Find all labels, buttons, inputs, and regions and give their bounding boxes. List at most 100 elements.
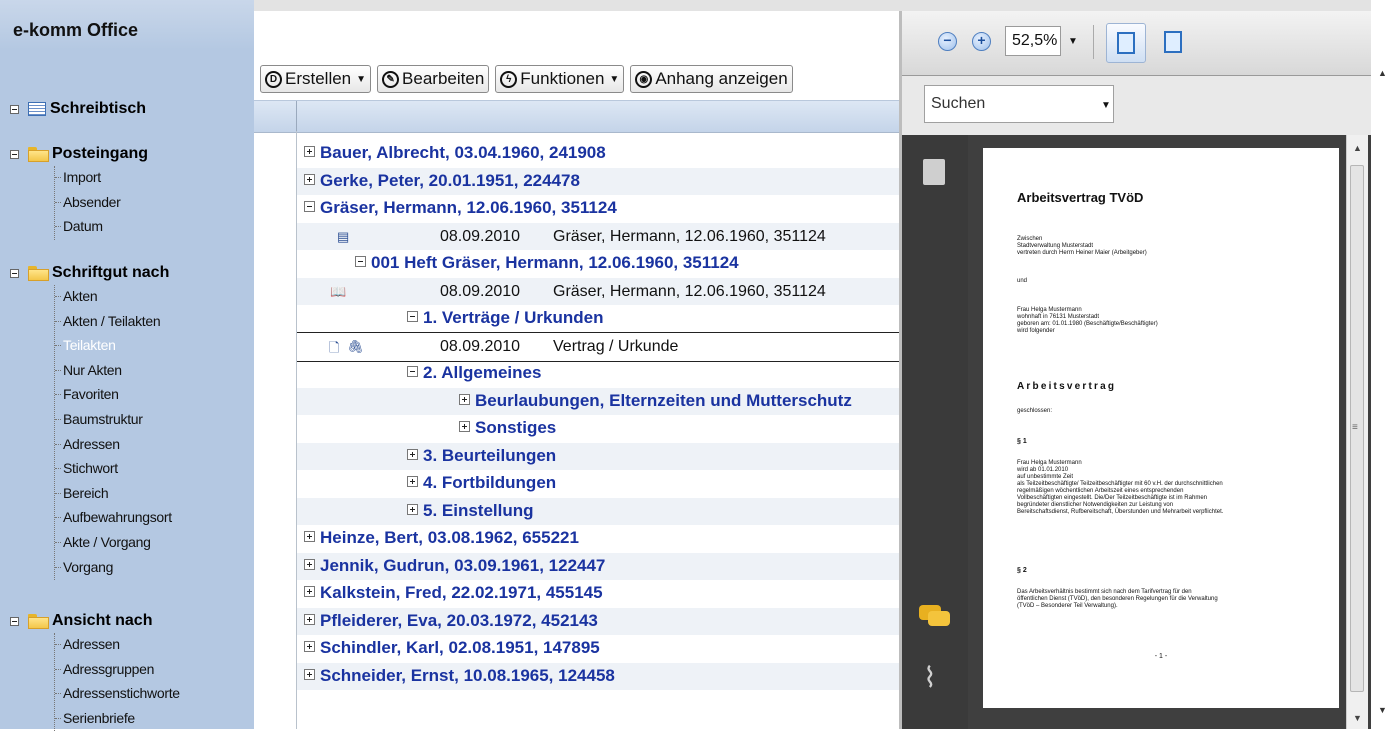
- tree-row[interactable]: Pfleiderer, Eva, 20.03.1972, 452143: [297, 607, 899, 635]
- expand-icon[interactable]: [459, 421, 470, 432]
- chevron-down-icon: ▼: [609, 73, 620, 85]
- lightning-icon: ϟ: [500, 70, 518, 88]
- expand-icon[interactable]: [304, 531, 315, 542]
- tree-row[interactable]: Kalkstein, Fred, 22.02.1971, 455145: [297, 580, 899, 608]
- column-divider[interactable]: [296, 101, 297, 132]
- document-title: Arbeitsvertrag TVöD: [1017, 190, 1144, 205]
- collapse-toggle-icon[interactable]: [10, 104, 19, 114]
- tree-row[interactable]: Schneider, Ernst, 10.08.1965, 124458: [297, 662, 899, 690]
- collapse-toggle-icon[interactable]: [10, 616, 19, 626]
- nav-item-baumstruktur[interactable]: Baumstruktur: [55, 408, 172, 433]
- collapse-icon[interactable]: [407, 311, 418, 322]
- nav-section-schreibtisch[interactable]: Schreibtisch: [10, 97, 146, 121]
- zoom-out-button[interactable]: −: [938, 32, 957, 51]
- nav-section-label: Posteingang: [52, 145, 149, 162]
- folder-icon: [28, 613, 50, 629]
- collapse-toggle-icon[interactable]: [10, 149, 19, 159]
- fit-width-button[interactable]: [1106, 23, 1146, 63]
- scroll-up-icon[interactable]: ▲: [1378, 68, 1387, 78]
- nav-item-bereich[interactable]: Bereich: [55, 482, 172, 507]
- nav-item-nur-akten[interactable]: Nur Akten: [55, 359, 172, 384]
- tree-row[interactable]: 1. Verträge / Urkunden: [297, 305, 899, 333]
- tree-row[interactable]: 4. Fortbildungen: [297, 470, 899, 498]
- nav-section-schriftgut[interactable]: Schriftgut nach Akten Akten / Teilakten …: [10, 261, 172, 581]
- chevron-down-icon[interactable]: ▼: [1101, 100, 1111, 111]
- tree-row[interactable]: Gerke, Peter, 20.01.1951, 224478: [297, 167, 899, 195]
- nav-item-stichwort[interactable]: Stichwort: [55, 457, 172, 482]
- expand-icon[interactable]: [304, 558, 315, 570]
- nav-item-aufbewahrungsort[interactable]: Aufbewahrungsort: [55, 506, 172, 531]
- create-button[interactable]: D Erstellen ▼: [260, 65, 372, 93]
- expand-icon[interactable]: [304, 613, 315, 625]
- collapse-toggle-icon[interactable]: [10, 268, 19, 278]
- collapse-icon[interactable]: [407, 366, 418, 377]
- tree-row[interactable]: 001 Heft Gräser, Hermann, 12.06.1960, 35…: [297, 250, 899, 278]
- tree-row[interactable]: Heinze, Bert, 03.08.1962, 655221: [297, 525, 899, 553]
- nav-item-favoriten[interactable]: Favoriten: [55, 383, 172, 408]
- tree-row[interactable]: 2. Allgemeines: [297, 360, 899, 388]
- tree-column-header[interactable]: [254, 100, 899, 133]
- nav-item-akten[interactable]: Akten: [55, 285, 172, 310]
- outer-scrollbar[interactable]: ▲ ▼: [1371, 0, 1394, 729]
- tree-row-label: 001 Heft Gräser, Hermann, 12.06.1960, 35…: [371, 253, 739, 272]
- tree-row[interactable]: 5. Einstellung: [297, 497, 899, 525]
- collapse-icon[interactable]: [304, 201, 315, 212]
- edit-button[interactable]: ✎ Bearbeiten: [377, 65, 490, 93]
- tree-row[interactable]: 📖 08.09.2010 Gräser, Hermann, 12.06.1960…: [297, 277, 899, 305]
- nav-section-posteingang[interactable]: Posteingang Import Absender Datum: [10, 142, 148, 240]
- nav-item-adressen[interactable]: Adressen: [55, 633, 180, 658]
- comments-icon[interactable]: [919, 605, 950, 627]
- tree-row[interactable]: Sonstiges: [297, 415, 899, 443]
- chevron-down-icon[interactable]: ▼: [1068, 36, 1078, 47]
- tree-row[interactable]: Gräser, Hermann, 12.06.1960, 351124: [297, 195, 899, 223]
- scroll-down-icon[interactable]: ▼: [1378, 705, 1387, 715]
- tree-row[interactable]: Schindler, Karl, 02.08.1951, 147895: [297, 635, 899, 663]
- pages-icon[interactable]: [919, 155, 945, 185]
- search-input[interactable]: Suchen: [924, 85, 1114, 123]
- expand-icon[interactable]: [304, 586, 315, 597]
- expand-icon[interactable]: [407, 503, 418, 515]
- nav-section-ansicht[interactable]: Ansicht nach Adressen Adressgruppen Adre…: [10, 609, 180, 731]
- paperclip-icon[interactable]: ⌇: [923, 664, 945, 692]
- expand-icon[interactable]: [304, 173, 315, 185]
- functions-button[interactable]: ϟ Funktionen ▼: [495, 65, 625, 93]
- tree-row[interactable]: Beurlaubungen, Elternzeiten und Muttersc…: [297, 387, 899, 415]
- zoom-level-field[interactable]: 52,5%: [1005, 26, 1061, 56]
- collapse-icon[interactable]: [355, 256, 366, 267]
- nav-item-adressen[interactable]: Adressen: [55, 433, 172, 458]
- viewer-toolbar: − + 52,5% ▼: [902, 11, 1371, 76]
- expand-icon[interactable]: [459, 393, 470, 405]
- nav-item-import[interactable]: Import: [55, 166, 148, 191]
- nav-item-adressenstichworte[interactable]: Adressenstichworte: [55, 682, 180, 707]
- tree-row[interactable]: Jennik, Gudrun, 03.09.1961, 122447: [297, 552, 899, 580]
- expand-icon[interactable]: [304, 146, 315, 157]
- tree-row-label: Gerke, Peter, 20.01.1951, 224478: [320, 170, 580, 190]
- scroll-down-icon[interactable]: ▼: [1353, 713, 1362, 723]
- nav-item-absender[interactable]: Absender: [55, 191, 148, 216]
- nav-item-vorgang[interactable]: Vorgang: [55, 556, 172, 581]
- tree-row[interactable]: ▤ 08.09.2010 Gräser, Hermann, 12.06.1960…: [297, 222, 899, 250]
- document-page-area[interactable]: Arbeitsvertrag TVöD Zwischen Stadtverwal…: [968, 135, 1371, 729]
- tree-row-label: 3. Beurteilungen: [423, 445, 557, 465]
- functions-label: Funktionen: [520, 69, 605, 88]
- document-scrollbar[interactable]: ▲ ≡ ▼: [1346, 135, 1368, 729]
- nav-item-datum[interactable]: Datum: [55, 215, 148, 240]
- expand-icon[interactable]: [304, 641, 315, 652]
- zoom-in-button[interactable]: +: [972, 32, 991, 51]
- document-page-number: - 1 -: [1154, 653, 1168, 660]
- fit-page-button[interactable]: [1154, 23, 1190, 63]
- tree-row-selected[interactable]: 🗋 🖇 08.09.2010 Vertrag / Urkunde: [297, 332, 899, 362]
- nav-item-akte-vorgang[interactable]: Akte / Vorgang: [55, 531, 172, 556]
- nav-item-adressgruppen[interactable]: Adressgruppen: [55, 658, 180, 683]
- expand-icon[interactable]: [304, 668, 315, 680]
- expand-icon[interactable]: [407, 448, 418, 460]
- window-top-strip: [899, 0, 1394, 11]
- show-attachment-button[interactable]: ◉ Anhang anzeigen: [630, 65, 793, 93]
- nav-item-akten-teilakten[interactable]: Akten / Teilakten: [55, 310, 172, 335]
- expand-icon[interactable]: [407, 476, 418, 487]
- nav-item-teilakten[interactable]: Teilakten: [55, 334, 172, 359]
- nav-item-serienbriefe[interactable]: Serienbriefe: [55, 707, 180, 731]
- scroll-up-icon[interactable]: ▲: [1353, 143, 1362, 153]
- tree-row[interactable]: 3. Beurteilungen: [297, 442, 899, 470]
- tree-row[interactable]: Bauer, Albrecht, 03.04.1960, 241908: [297, 140, 899, 168]
